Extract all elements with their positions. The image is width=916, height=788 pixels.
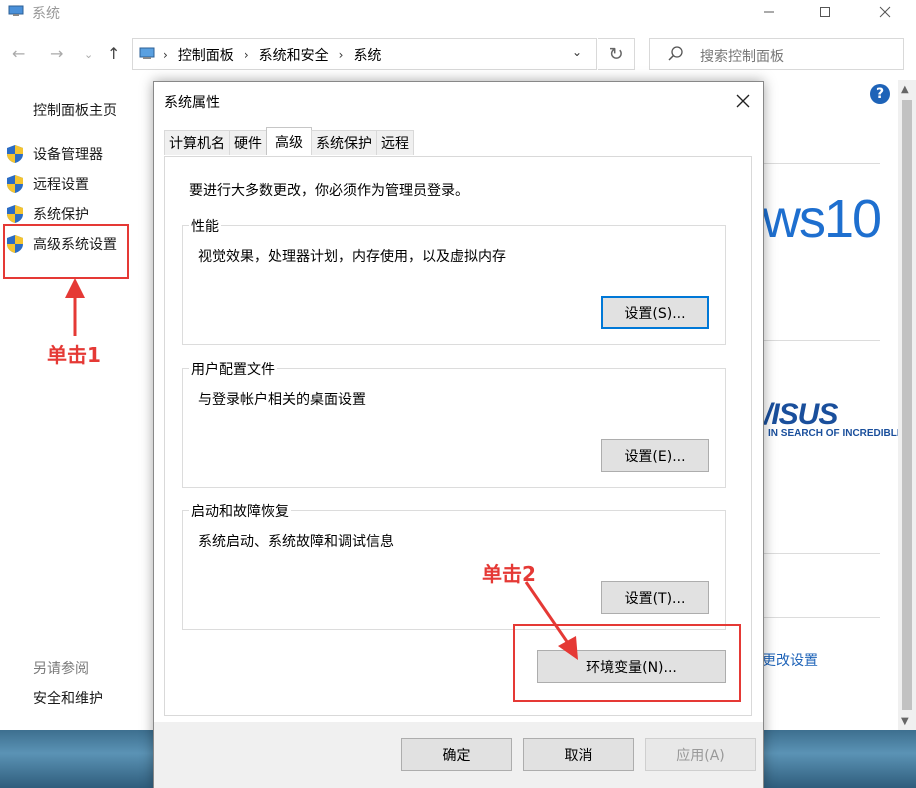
sidebar-item-label: 系统保护	[33, 207, 89, 223]
group-description: 视觉效果，处理器计划，内存使用，以及虚拟内存	[198, 249, 506, 265]
address-bar[interactable]: › 控制面板 › 系统和安全 › 系统 ⌄	[132, 38, 597, 70]
shield-icon	[7, 145, 23, 163]
annotation-arrow-up-icon	[65, 278, 85, 336]
breadcrumb-control-panel[interactable]: 控制面板	[178, 45, 234, 65]
group-label: 启动和故障恢复	[189, 501, 291, 521]
tab-hardware[interactable]: 硬件	[229, 130, 267, 155]
user-profiles-settings-button[interactable]: 设置(E)...	[601, 439, 709, 472]
scroll-up-icon[interactable]: ▲	[901, 84, 909, 95]
performance-settings-button[interactable]: 设置(S)...	[601, 296, 709, 329]
address-dropdown-icon[interactable]: ⌄	[572, 45, 582, 59]
window-title: 系统	[32, 6, 60, 22]
sidebar-item-device-manager[interactable]: 设备管理器	[6, 143, 103, 165]
forward-arrow-icon[interactable]: →	[50, 44, 63, 63]
sidebar-item-remote-settings[interactable]: 远程设置	[6, 173, 89, 195]
shield-icon	[7, 175, 23, 193]
back-arrow-icon[interactable]: ←	[12, 44, 25, 63]
breadcrumb: › 控制面板 › 系统和安全 › 系统	[163, 45, 381, 65]
scroll-down-icon[interactable]: ▼	[901, 716, 909, 727]
change-settings-link[interactable]: 更改设置	[762, 650, 818, 670]
annotation-arrow-down-icon	[524, 581, 578, 660]
cancel-button[interactable]: 取消	[523, 738, 634, 771]
sidebar-item-system-protection[interactable]: 系统保护	[6, 203, 89, 225]
search-placeholder: 搜索控制面板	[700, 49, 784, 65]
apply-button: 应用(A)	[645, 738, 756, 771]
dialog-title: 系统属性	[164, 95, 220, 111]
group-label: 性能	[189, 216, 221, 236]
tab-computer-name[interactable]: 计算机名	[164, 130, 230, 155]
security-maintenance-link[interactable]: 安全和维护	[33, 688, 103, 708]
tab-system-protection[interactable]: 系统保护	[311, 130, 377, 155]
shield-icon	[7, 205, 23, 223]
dialog-footer: 确定 取消 应用(A)	[154, 722, 763, 788]
asus-tagline: IN SEARCH OF INCREDIBLE	[768, 428, 904, 439]
annotation-step1: 单击1	[47, 343, 101, 367]
up-arrow-icon[interactable]: ↑	[107, 44, 120, 63]
divider	[762, 553, 880, 554]
startup-recovery-group: 启动和故障恢复 系统启动、系统故障和调试信息 设置(T)...	[182, 501, 726, 630]
sidebar-item-label: 远程设置	[33, 177, 89, 193]
minimize-icon	[764, 11, 774, 13]
divider	[762, 340, 880, 341]
minimize-button[interactable]	[746, 0, 792, 24]
sidebar-home-link[interactable]: 控制面板主页	[33, 100, 117, 120]
admin-notice: 要进行大多数更改，你必须作为管理员登录。	[189, 183, 469, 199]
address-row: ← → ⌄ ↑ › 控制面板 › 系统和安全 › 系统 ⌄ ↻ 搜索控制面板	[0, 38, 916, 72]
title-bar: 系统	[0, 0, 916, 24]
scrollbar-thumb[interactable]	[902, 100, 912, 710]
maximize-icon	[820, 7, 830, 17]
close-icon	[736, 94, 750, 108]
search-box[interactable]: 搜索控制面板	[649, 38, 904, 70]
help-icon[interactable]: ?	[870, 84, 890, 104]
tab-strip: 计算机名 硬件 高级 系统保护 远程	[164, 127, 414, 156]
asus-logo-text: /ISUS	[764, 400, 838, 426]
ok-button[interactable]: 确定	[401, 738, 512, 771]
highlight-box-step1	[3, 224, 129, 279]
group-description: 系统启动、系统故障和调试信息	[198, 534, 394, 550]
divider	[762, 163, 880, 164]
group-description: 与登录帐户相关的桌面设置	[198, 392, 366, 408]
breadcrumb-system[interactable]: 系统	[353, 45, 381, 65]
sidebar-item-label: 设备管理器	[33, 147, 103, 163]
close-icon	[879, 6, 891, 18]
control-panel-icon	[139, 47, 155, 59]
scrollbar[interactable]: ▲ ▼	[898, 80, 916, 730]
group-label: 用户配置文件	[189, 359, 277, 379]
windows-logo-text: ws10	[762, 189, 882, 249]
divider	[762, 617, 880, 618]
maximize-button[interactable]	[802, 0, 848, 24]
tab-advanced[interactable]: 高级	[266, 127, 312, 155]
search-icon	[668, 46, 683, 61]
asus-logo: /ISUS	[764, 400, 839, 426]
computer-icon	[8, 5, 24, 16]
startup-recovery-settings-button[interactable]: 设置(T)...	[601, 581, 709, 614]
user-profiles-group: 用户配置文件 与登录帐户相关的桌面设置 设置(E)...	[182, 359, 726, 488]
refresh-icon: ↻	[608, 43, 624, 65]
see-also-heading: 另请参阅	[33, 661, 89, 677]
close-button[interactable]	[862, 0, 908, 24]
refresh-button[interactable]: ↻	[598, 38, 635, 70]
recent-dropdown-icon[interactable]: ⌄	[84, 48, 93, 61]
performance-group: 性能 视觉效果，处理器计划，内存使用，以及虚拟内存 设置(S)...	[182, 216, 726, 345]
tab-remote[interactable]: 远程	[376, 130, 414, 155]
breadcrumb-system-security[interactable]: 系统和安全	[259, 45, 329, 65]
dialog-close-button[interactable]	[730, 88, 756, 114]
